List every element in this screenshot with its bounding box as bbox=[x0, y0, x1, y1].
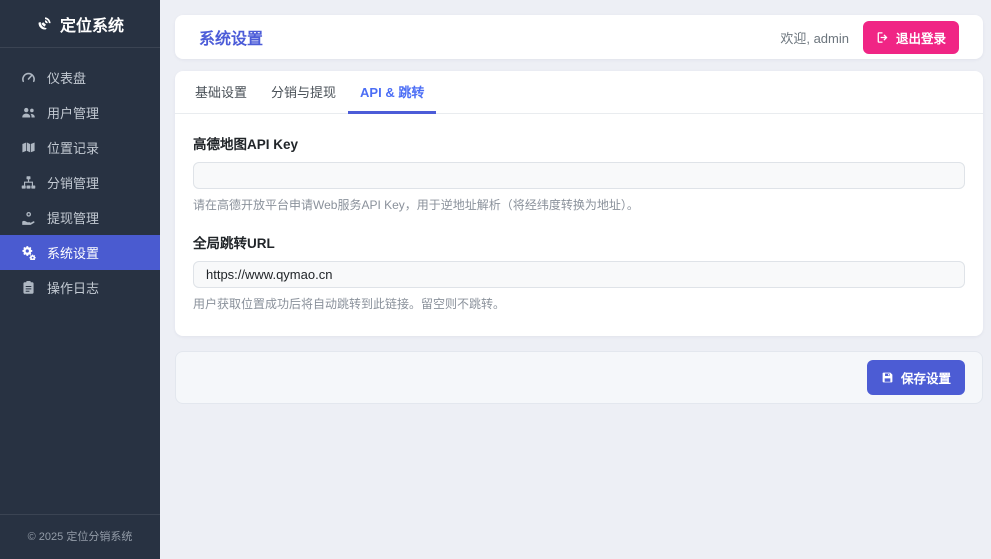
sidebar-item-distribution[interactable]: 分销管理 bbox=[0, 165, 160, 200]
sidebar-item-dashboard[interactable]: 仪表盘 bbox=[0, 60, 160, 95]
tab-basic-settings[interactable]: 基础设置 bbox=[183, 71, 259, 114]
redirect-url-label: 全局跳转URL bbox=[193, 232, 965, 252]
sidebar-nav: 仪表盘 用户管理 位置记录 分销管理 提现管理 bbox=[0, 48, 160, 514]
tachometer-icon bbox=[21, 70, 36, 85]
sidebar-item-withdrawals[interactable]: 提现管理 bbox=[0, 200, 160, 235]
sidebar-item-label: 用户管理 bbox=[47, 103, 99, 122]
redirect-url-help: 用户获取位置成功后将自动跳转到此链接。留空则不跳转。 bbox=[193, 295, 965, 312]
map-icon bbox=[21, 140, 36, 155]
logout-button[interactable]: 退出登录 bbox=[863, 21, 959, 54]
sidebar-item-label: 系统设置 bbox=[47, 243, 99, 262]
redirect-url-input[interactable] bbox=[193, 261, 965, 288]
sidebar-copyright: © 2025 定位分销系统 bbox=[0, 514, 160, 559]
sidebar-item-users[interactable]: 用户管理 bbox=[0, 95, 160, 130]
tab-api-redirect[interactable]: API & 跳转 bbox=[348, 71, 436, 114]
page-title: 系统设置 bbox=[199, 25, 263, 49]
amap-key-label: 高德地图API Key bbox=[193, 133, 965, 153]
save-settings-label: 保存设置 bbox=[901, 368, 951, 387]
amap-key-help: 请在高德开放平台申请Web服务API Key，用于逆地址解析（将经纬度转换为地址… bbox=[193, 196, 965, 213]
save-strip: 保存设置 bbox=[175, 351, 983, 404]
form-group-amap-key: 高德地图API Key 请在高德开放平台申请Web服务API Key，用于逆地址… bbox=[193, 133, 965, 213]
clipboard-icon bbox=[21, 280, 36, 295]
sidebar-item-label: 仪表盘 bbox=[47, 68, 86, 87]
tab-distribution-withdrawal[interactable]: 分销与提现 bbox=[259, 71, 348, 114]
sidebar-item-label: 位置记录 bbox=[47, 138, 99, 157]
hand-holding-icon bbox=[21, 210, 36, 225]
sidebar: 定位系统 仪表盘 用户管理 位置记录 分销管理 bbox=[0, 0, 160, 559]
sidebar-item-label: 提现管理 bbox=[47, 208, 99, 227]
sidebar-item-label: 分销管理 bbox=[47, 173, 99, 192]
save-icon bbox=[881, 371, 894, 384]
settings-card: 基础设置 分销与提现 API & 跳转 高德地图API Key 请在高德开放平台… bbox=[175, 71, 983, 336]
sidebar-item-logs[interactable]: 操作日志 bbox=[0, 270, 160, 305]
satellite-dish-icon bbox=[36, 16, 52, 32]
amap-key-input[interactable] bbox=[193, 162, 965, 189]
welcome-text: 欢迎, admin bbox=[780, 28, 849, 47]
save-settings-button[interactable]: 保存设置 bbox=[867, 360, 965, 395]
logout-button-label: 退出登录 bbox=[896, 28, 946, 47]
users-icon bbox=[21, 105, 36, 120]
form-group-redirect-url: 全局跳转URL 用户获取位置成功后将自动跳转到此链接。留空则不跳转。 bbox=[193, 232, 965, 312]
topbar-right: 欢迎, admin 退出登录 bbox=[780, 21, 959, 54]
topbar: 系统设置 欢迎, admin 退出登录 bbox=[175, 15, 983, 59]
settings-form: 高德地图API Key 请在高德开放平台申请Web服务API Key，用于逆地址… bbox=[175, 114, 983, 312]
settings-tabs: 基础设置 分销与提现 API & 跳转 bbox=[175, 71, 983, 114]
sidebar-item-label: 操作日志 bbox=[47, 278, 99, 297]
app-title: 定位系统 bbox=[60, 12, 124, 36]
sidebar-item-locations[interactable]: 位置记录 bbox=[0, 130, 160, 165]
main-content: 系统设置 欢迎, admin 退出登录 基础设置 分销与提现 API & 跳转 … bbox=[160, 0, 991, 559]
sidebar-item-settings[interactable]: 系统设置 bbox=[0, 235, 160, 270]
gears-icon bbox=[21, 245, 36, 260]
sign-out-icon bbox=[876, 31, 889, 44]
app-logo: 定位系统 bbox=[0, 0, 160, 48]
sitemap-icon bbox=[21, 175, 36, 190]
